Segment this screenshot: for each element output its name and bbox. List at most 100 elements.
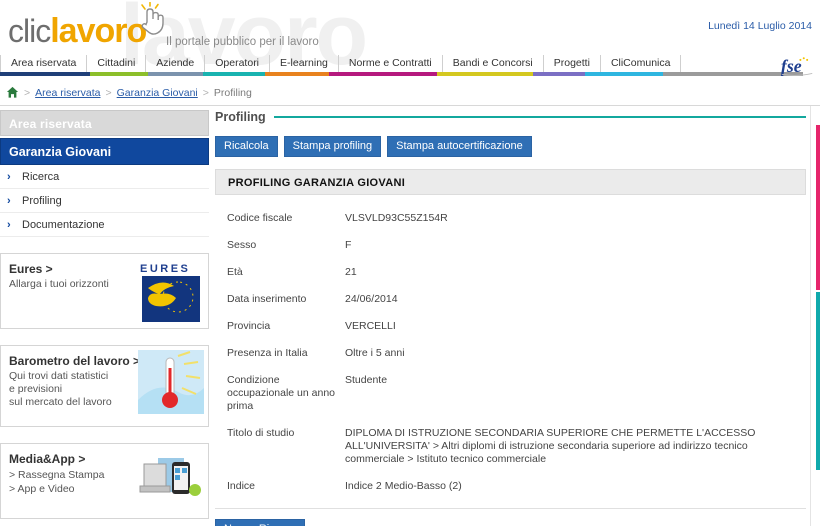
sidebar-item-ricerca[interactable]: › Ricerca — [0, 165, 209, 189]
chevron-right-icon: › — [7, 171, 11, 183]
hand-pointer-icon — [141, 2, 164, 35]
row-label: Presenza in Italia — [227, 347, 308, 359]
nav-color-segment-1 — [90, 72, 148, 76]
nav-item-norme-e-contratti[interactable]: Norme e Contratti — [339, 55, 443, 72]
nav-item-progetti[interactable]: Progetti — [544, 55, 601, 72]
promo-card-media-app[interactable]: Media&App > > Rassegna Stampa > App e Vi… — [0, 443, 209, 519]
table-row: Condizione occupazionale un anno prima St… — [215, 367, 806, 420]
current-date: Lunedì 14 Luglio 2014 — [708, 20, 812, 32]
nav-color-segment-3 — [203, 72, 265, 76]
edge-tab-pink[interactable] — [816, 125, 820, 290]
svg-text:fse: fse — [781, 56, 802, 76]
row-label: Età — [227, 266, 243, 278]
logo-text-clic: clic — [8, 13, 51, 49]
nav-color-bar — [0, 72, 820, 76]
row-value: F — [345, 239, 352, 251]
content-right-border — [810, 106, 811, 526]
panel-header: PROFILING GARANZIA GIOVANI — [215, 169, 806, 195]
row-label: Provincia — [227, 320, 271, 332]
devices-icon — [139, 458, 201, 496]
chevron-right-icon: › — [7, 219, 11, 231]
row-label: Condizione occupazionale un anno prima — [227, 374, 336, 412]
nav-item-bandi-e-concorsi[interactable]: Bandi e Concorsi — [443, 55, 544, 72]
row-value: 24/06/2014 — [345, 293, 398, 305]
eures-logo: EURES — [140, 263, 200, 322]
bottom-button-row: Nuova Ricerca — [215, 519, 806, 526]
nav-item-e-learning[interactable]: E-learning — [270, 55, 339, 72]
nuova-ricerca-button[interactable]: Nuova Ricerca — [215, 519, 306, 526]
promo-card-eures[interactable]: Eures > Allarga i tuoi orizzonti EURES — [0, 253, 209, 329]
stampa-autocertificazione-button[interactable]: Stampa autocertificazione — [387, 136, 532, 157]
breadcrumb-separator-1: > — [105, 86, 112, 99]
page-title: Profiling — [215, 110, 266, 124]
nav-color-segment-7 — [533, 72, 585, 76]
ricalcola-button[interactable]: Ricalcola — [215, 136, 278, 157]
table-row: Data inserimento 24/06/2014 — [215, 286, 806, 313]
breadcrumb-separator-2: > — [202, 86, 209, 99]
page-root: lavoro cliclavoro Il portale pubblico pe… — [0, 0, 820, 526]
row-value: 21 — [345, 266, 357, 278]
sidebar-item-label: Ricerca — [22, 171, 60, 183]
row-value: VLSVLD93C55Z154R — [345, 212, 448, 224]
breadcrumb-separator-0: > — [24, 86, 31, 99]
section-title-row: Profiling — [215, 110, 806, 124]
breadcrumb-item-0[interactable]: Area riservata — [35, 87, 100, 99]
nav-color-segment-5 — [329, 72, 437, 76]
sidebar-item-label: Documentazione — [22, 219, 105, 231]
table-row: Presenza in Italia Oltre i 5 anni — [215, 340, 806, 367]
home-icon[interactable] — [6, 86, 19, 99]
site-header: cliclavoro Il portale pubblico per il la… — [0, 0, 820, 80]
nav-item-aziende[interactable]: Aziende — [146, 55, 206, 72]
row-label: Codice fiscale — [227, 212, 293, 224]
nav-color-segment-8 — [585, 72, 663, 76]
main-navigation: Area riservata Cittadini Aziende Operatori E… — [0, 55, 820, 73]
edge-tab-teal[interactable] — [816, 292, 820, 470]
table-row: Età 21 — [215, 259, 806, 286]
nav-color-segment-6 — [437, 72, 533, 76]
nav-color-segment-0 — [0, 72, 90, 76]
row-label: Indice — [227, 480, 256, 492]
breadcrumb: > Area riservata > Garanzia Giovani > Pr… — [6, 86, 252, 99]
stampa-profiling-button[interactable]: Stampa profiling — [283, 136, 382, 157]
main-content: Profiling Ricalcola Stampa profiling Sta… — [215, 110, 806, 526]
row-label: Titolo di studio — [227, 427, 295, 439]
sidebar-item-garanzia-giovani[interactable]: Garanzia Giovani — [0, 138, 209, 165]
nav-color-segment-2 — [148, 72, 203, 76]
sidebar-item-label: Profiling — [22, 195, 62, 207]
sidebar-item-documentazione[interactable]: › Documentazione — [0, 213, 209, 237]
table-row: Sesso F — [215, 232, 806, 259]
row-value: Oltre i 5 anni — [345, 347, 405, 359]
sidebar: Area riservata Garanzia Giovani › Ricerca… — [0, 110, 209, 526]
row-value: DIPLOMA DI ISTRUZIONE SECONDARIA SUPERIO… — [345, 427, 756, 465]
row-value: Indice 2 Medio-Basso (2) — [345, 480, 462, 492]
row-label: Sesso — [227, 239, 257, 251]
sidebar-item-profiling[interactable]: › Profiling — [0, 189, 209, 213]
action-button-row: Ricalcola Stampa profiling Stampa autoce… — [215, 136, 806, 157]
content-divider — [215, 508, 806, 509]
section-title-rule — [273, 116, 806, 118]
table-row: Codice fiscale VLSVLD93C55Z154R — [215, 205, 806, 232]
table-row: Indice Indice 2 Medio-Basso (2) — [215, 473, 806, 500]
sidebar-links: › Ricerca › Profiling › Documentazione — [0, 165, 209, 237]
table-row: Provincia VERCELLI — [215, 313, 806, 340]
promo-card-barometro[interactable]: Barometro del lavoro > Qui trovi dati st… — [0, 345, 209, 427]
thermometer-icon — [138, 350, 204, 414]
nav-item-cittadini[interactable]: Cittadini — [87, 55, 147, 72]
table-row: Titolo di studio DIPLOMA DI ISTRUZIONE SE… — [215, 420, 806, 473]
breadcrumb-bar: > Area riservata > Garanzia Giovani > Pr… — [0, 80, 820, 106]
nav-item-area-riservata[interactable]: Area riservata — [0, 55, 88, 72]
nav-color-segment-4 — [265, 72, 329, 76]
row-value: Studente — [345, 374, 388, 386]
breadcrumb-item-1[interactable]: Garanzia Giovani — [117, 87, 198, 99]
row-value: VERCELLI — [345, 320, 396, 332]
svg-text:EURES: EURES — [140, 263, 190, 275]
nav-item-operatori[interactable]: Operatori — [205, 55, 271, 72]
profiling-table: Codice fiscale VLSVLD93C55Z154R Sesso F Età 2… — [215, 205, 806, 500]
sidebar-section-header: Area riservata — [0, 110, 209, 136]
fse-logo: fse — [781, 56, 813, 76]
site-tagline: Il portale pubblico per il lavoro — [166, 36, 319, 48]
site-logo[interactable]: cliclavoro — [8, 12, 147, 51]
breadcrumb-item-2: Profiling — [213, 86, 252, 99]
chevron-right-icon: › — [7, 195, 11, 207]
nav-item-clicomunica[interactable]: CliComunica — [601, 55, 682, 72]
